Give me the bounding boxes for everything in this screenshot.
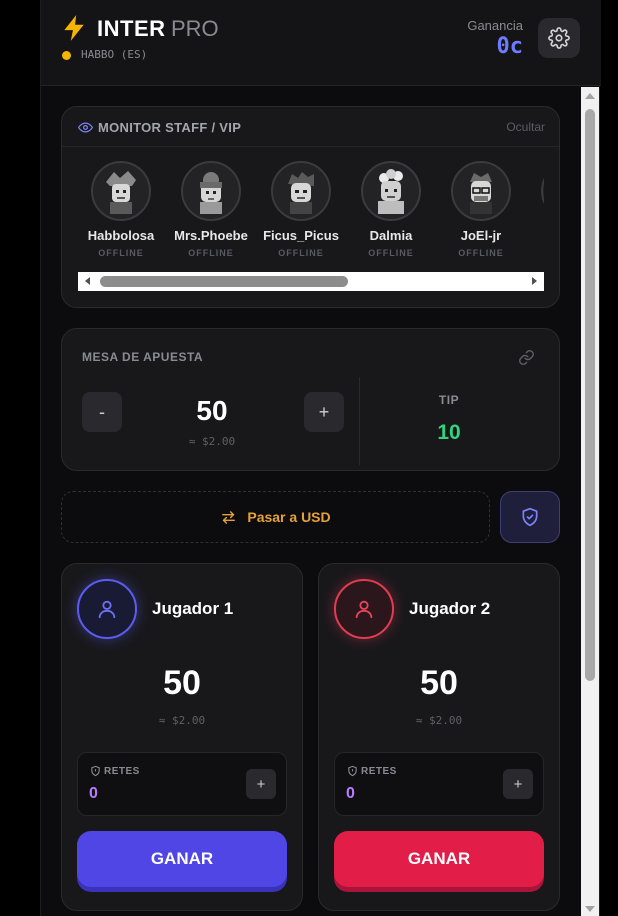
content-scroll-area[interactable]: MONITOR STAFF / VIP Ocultar Habbolosa OF…	[41, 87, 581, 916]
scroll-up-icon[interactable]	[585, 93, 595, 99]
staff-item[interactable]: t O	[526, 161, 544, 258]
avatar	[451, 161, 511, 221]
user-icon	[355, 600, 373, 619]
tip-label: TIP	[438, 393, 460, 407]
shield-icon	[348, 765, 357, 777]
staff-name: Habbolosa	[87, 228, 155, 243]
retes-box: RETES 0 +	[334, 752, 544, 816]
staff-name: JoEl-jr	[460, 228, 502, 243]
habbo-avatar-icon	[288, 172, 314, 214]
scrollbar-thumb[interactable]	[100, 276, 348, 287]
staff-list[interactable]: Habbolosa OFFLINE Mrs.Phoebe OFFLINE Fic…	[78, 161, 544, 273]
bolt-icon	[64, 15, 84, 41]
staff-item[interactable]: JoEl-jr OFFLINE	[436, 161, 526, 258]
bet-panel: MESA DE APUESTA - 50 ≈ $2.00 + TIP 10	[61, 328, 560, 471]
status-dot-icon	[62, 51, 71, 60]
avatar	[77, 579, 137, 639]
vertical-scrollbar[interactable]	[581, 87, 599, 916]
staff-item[interactable]: Habbolosa OFFLINE	[78, 161, 166, 258]
header: INTER PRO HABBO (ES) Ganancia 0c	[41, 0, 601, 86]
scrollbar-thumb[interactable]	[585, 109, 595, 681]
monitor-panel: MONITOR STAFF / VIP Ocultar Habbolosa OF…	[61, 106, 560, 308]
player-usd-value: ≈ $2.00	[415, 714, 463, 727]
habbo-avatar-icon	[106, 171, 136, 214]
staff-item[interactable]: Ficus_Picus OFFLINE	[256, 161, 346, 258]
staff-name: Mrs.Phoebe	[174, 228, 248, 243]
user-icon	[98, 600, 116, 619]
staff-status: OFFLINE	[98, 248, 144, 258]
hide-monitor-link[interactable]: Ocultar	[506, 120, 545, 134]
habbo-avatar-icon	[378, 169, 404, 214]
staff-name: Dalmia	[369, 228, 413, 243]
scroll-right-icon[interactable]	[532, 277, 537, 285]
staff-status: OFFLINE	[278, 248, 324, 258]
retes-label: RETES	[104, 766, 140, 777]
monitor-title: MONITOR STAFF / VIP	[98, 120, 242, 135]
convert-label: Pasar a USD	[247, 509, 331, 525]
win-button[interactable]: GANAR	[334, 831, 544, 887]
avatar	[361, 161, 421, 221]
increase-bet-button[interactable]: +	[304, 392, 344, 432]
bet-amount: 50	[196, 395, 228, 426]
win-button[interactable]: GANAR	[77, 831, 287, 887]
shield-icon	[91, 765, 100, 777]
decrease-bet-button[interactable]: -	[82, 392, 122, 432]
add-retes-button[interactable]: +	[246, 769, 276, 799]
habbo-avatar-icon	[200, 172, 222, 214]
player-amount: 50	[163, 664, 201, 702]
gear-icon	[548, 27, 570, 49]
convert-usd-button[interactable]: Pasar a USD	[61, 491, 490, 543]
divider	[359, 377, 360, 465]
avatar	[271, 161, 331, 221]
avatar	[181, 161, 241, 221]
retes-label: RETES	[361, 766, 397, 777]
staff-name: t	[526, 228, 544, 243]
staff-status: OFFLINE	[458, 248, 504, 258]
app-window: INTER PRO HABBO (ES) Ganancia 0c MONITOR…	[40, 0, 601, 916]
player-amount: 50	[420, 664, 458, 702]
bet-usd-value: ≈ $2.00	[188, 435, 236, 448]
ganancia-label: Ganancia	[467, 18, 523, 33]
retes-box: RETES 0 +	[77, 752, 287, 816]
brand-title: INTER	[97, 16, 166, 41]
add-retes-button[interactable]: +	[503, 769, 533, 799]
staff-name: Ficus_Picus	[263, 228, 339, 243]
bet-title: MESA DE APUESTA	[82, 350, 204, 364]
scroll-down-icon[interactable]	[585, 906, 595, 912]
tip-value[interactable]: 10	[402, 421, 496, 445]
player-usd-value: ≈ $2.00	[158, 714, 206, 727]
horizontal-scrollbar[interactable]	[78, 272, 544, 291]
player-2-card: Jugador 2 50 ≈ $2.00 RETES 0 + GANAR	[318, 563, 560, 911]
scroll-left-icon[interactable]	[85, 277, 90, 285]
brand-suffix: PRO	[171, 16, 219, 41]
habbo-avatar-icon	[470, 173, 492, 214]
player-1-card: Jugador 1 50 ≈ $2.00 RETES 0 + GANAR	[61, 563, 303, 911]
retes-value: 0	[346, 785, 355, 802]
ganancia-value: 0c	[496, 34, 524, 59]
staff-item[interactable]: Mrs.Phoebe OFFLINE	[166, 161, 256, 258]
link-icon[interactable]	[518, 349, 535, 366]
avatar	[541, 161, 544, 221]
staff-item[interactable]: Dalmia OFFLINE	[346, 161, 436, 258]
eye-icon	[78, 122, 93, 133]
staff-status: OFFLINE	[368, 248, 414, 258]
staff-status: O	[526, 248, 544, 258]
avatar	[91, 161, 151, 221]
shield-button[interactable]	[500, 491, 560, 543]
hotel-label: HABBO (ES)	[81, 48, 148, 61]
settings-button[interactable]	[538, 18, 580, 58]
staff-status: OFFLINE	[188, 248, 234, 258]
retes-value: 0	[89, 785, 98, 802]
avatar	[334, 579, 394, 639]
shield-check-icon	[522, 507, 538, 527]
monitor-header: MONITOR STAFF / VIP Ocultar	[62, 107, 559, 147]
swap-icon	[222, 510, 236, 524]
player-name: Jugador 1	[152, 599, 234, 618]
player-name: Jugador 2	[409, 599, 491, 618]
